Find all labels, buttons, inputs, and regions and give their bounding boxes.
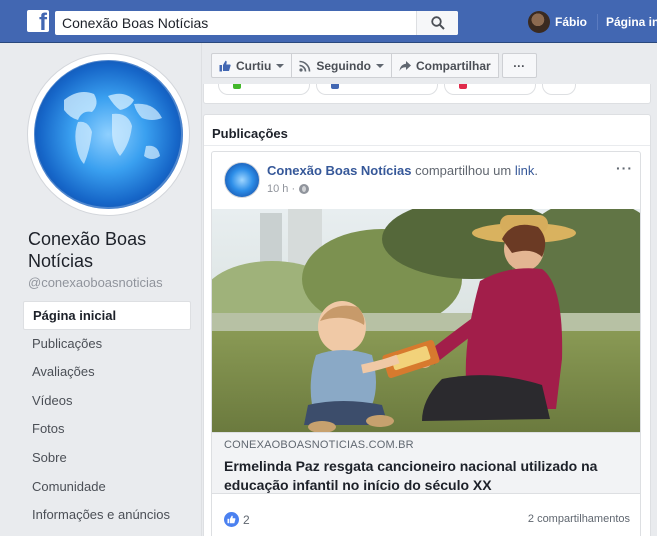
link-title[interactable]: Ermelinda Paz resgata cancioneiro nacion… xyxy=(224,457,634,495)
page-action-bar: Curtiu Seguindo Compartilhar ··· xyxy=(211,53,537,78)
publications-section: Publicações Conexão Boas Notícias compar… xyxy=(203,114,651,536)
link-preview[interactable]: CONEXAOBOASNOTICIAS.COM.BR Ermelinda Paz… xyxy=(212,432,640,494)
post-time-text: 10 h · xyxy=(267,183,296,195)
follow-button[interactable]: Seguindo xyxy=(291,53,392,78)
partial-button[interactable] xyxy=(542,84,576,95)
sidebar-item-reviews[interactable]: Avaliações xyxy=(23,358,191,387)
search-bar[interactable]: Conexão Boas Notícias xyxy=(55,11,458,35)
sidebar-item-about[interactable]: Sobre xyxy=(23,444,191,473)
shares-count[interactable]: 2 compartilhamentos xyxy=(528,513,630,525)
globe-icon xyxy=(299,184,310,194)
page-profile-picture[interactable] xyxy=(27,53,190,216)
chevron-down-icon xyxy=(376,63,384,68)
divider xyxy=(597,14,598,30)
home-link[interactable]: Página inicial xyxy=(606,15,657,29)
post-action-text: compartilhou um xyxy=(415,163,512,178)
share-button-label: Compartilhar xyxy=(416,58,491,73)
globe-logo-image xyxy=(34,60,183,209)
post-header: Conexão Boas Notícias compartilhou um li… xyxy=(267,163,538,178)
search-button[interactable] xyxy=(416,11,458,35)
search-icon xyxy=(431,16,445,30)
user-profile-link[interactable]: Fábio xyxy=(528,11,587,33)
partial-button[interactable] xyxy=(316,84,438,95)
sidebar-item-home[interactable]: Página inicial xyxy=(23,301,191,330)
share-button[interactable]: Compartilhar xyxy=(391,53,499,78)
rss-icon xyxy=(299,60,311,72)
partial-button[interactable] xyxy=(218,84,310,95)
sidebar-item-info-ads[interactable]: Informações e anúncios xyxy=(23,501,191,530)
post-timestamp[interactable]: 10 h · xyxy=(267,183,310,195)
sidebar-item-photos[interactable]: Fotos xyxy=(23,415,191,444)
post-options-button[interactable]: ··· xyxy=(616,160,633,176)
thumbs-up-icon xyxy=(219,60,231,71)
post-link-word[interactable]: link xyxy=(515,163,535,178)
follow-button-label: Seguindo xyxy=(316,58,371,73)
chevron-down-icon xyxy=(276,63,285,68)
page-handle[interactable]: @conexaoboasnoticias xyxy=(28,275,163,290)
reactions-summary[interactable]: 2 xyxy=(224,512,250,527)
sidebar-item-videos[interactable]: Vídeos xyxy=(23,387,191,416)
search-input[interactable]: Conexão Boas Notícias xyxy=(62,15,208,31)
link-domain: CONEXAOBOASNOTICIAS.COM.BR xyxy=(224,439,414,451)
user-name: Fábio xyxy=(555,15,587,29)
post-link-image[interactable] xyxy=(212,209,640,432)
post-card: Conexão Boas Notícias compartilhou um li… xyxy=(211,151,641,536)
like-button-label: Curtiu xyxy=(236,58,272,73)
partial-button[interactable] xyxy=(444,84,536,95)
like-count: 2 xyxy=(243,512,250,527)
column-divider xyxy=(201,43,202,536)
more-options-button[interactable]: ··· xyxy=(501,53,537,78)
sidebar-item-community[interactable]: Comunidade xyxy=(23,473,191,502)
post-author-avatar[interactable] xyxy=(224,162,260,198)
like-page-button[interactable]: Curtiu xyxy=(211,53,293,78)
share-arrow-icon xyxy=(399,60,411,71)
avatar xyxy=(528,11,550,33)
previous-section-card xyxy=(203,84,651,104)
page-sidebar-nav: Página inicial Publicações Avaliações Ví… xyxy=(23,301,191,530)
like-icon xyxy=(224,512,239,527)
post-author-link[interactable]: Conexão Boas Notícias xyxy=(267,163,412,178)
facebook-logo-icon[interactable]: f xyxy=(27,10,49,32)
divider xyxy=(204,145,650,146)
sidebar-item-posts[interactable]: Publicações xyxy=(23,330,191,359)
section-title: Publicações xyxy=(212,126,288,141)
top-navigation-bar: f Conexão Boas Notícias Fábio Página ini… xyxy=(0,0,657,43)
page-title: Conexão Boas Notícias xyxy=(28,229,147,271)
